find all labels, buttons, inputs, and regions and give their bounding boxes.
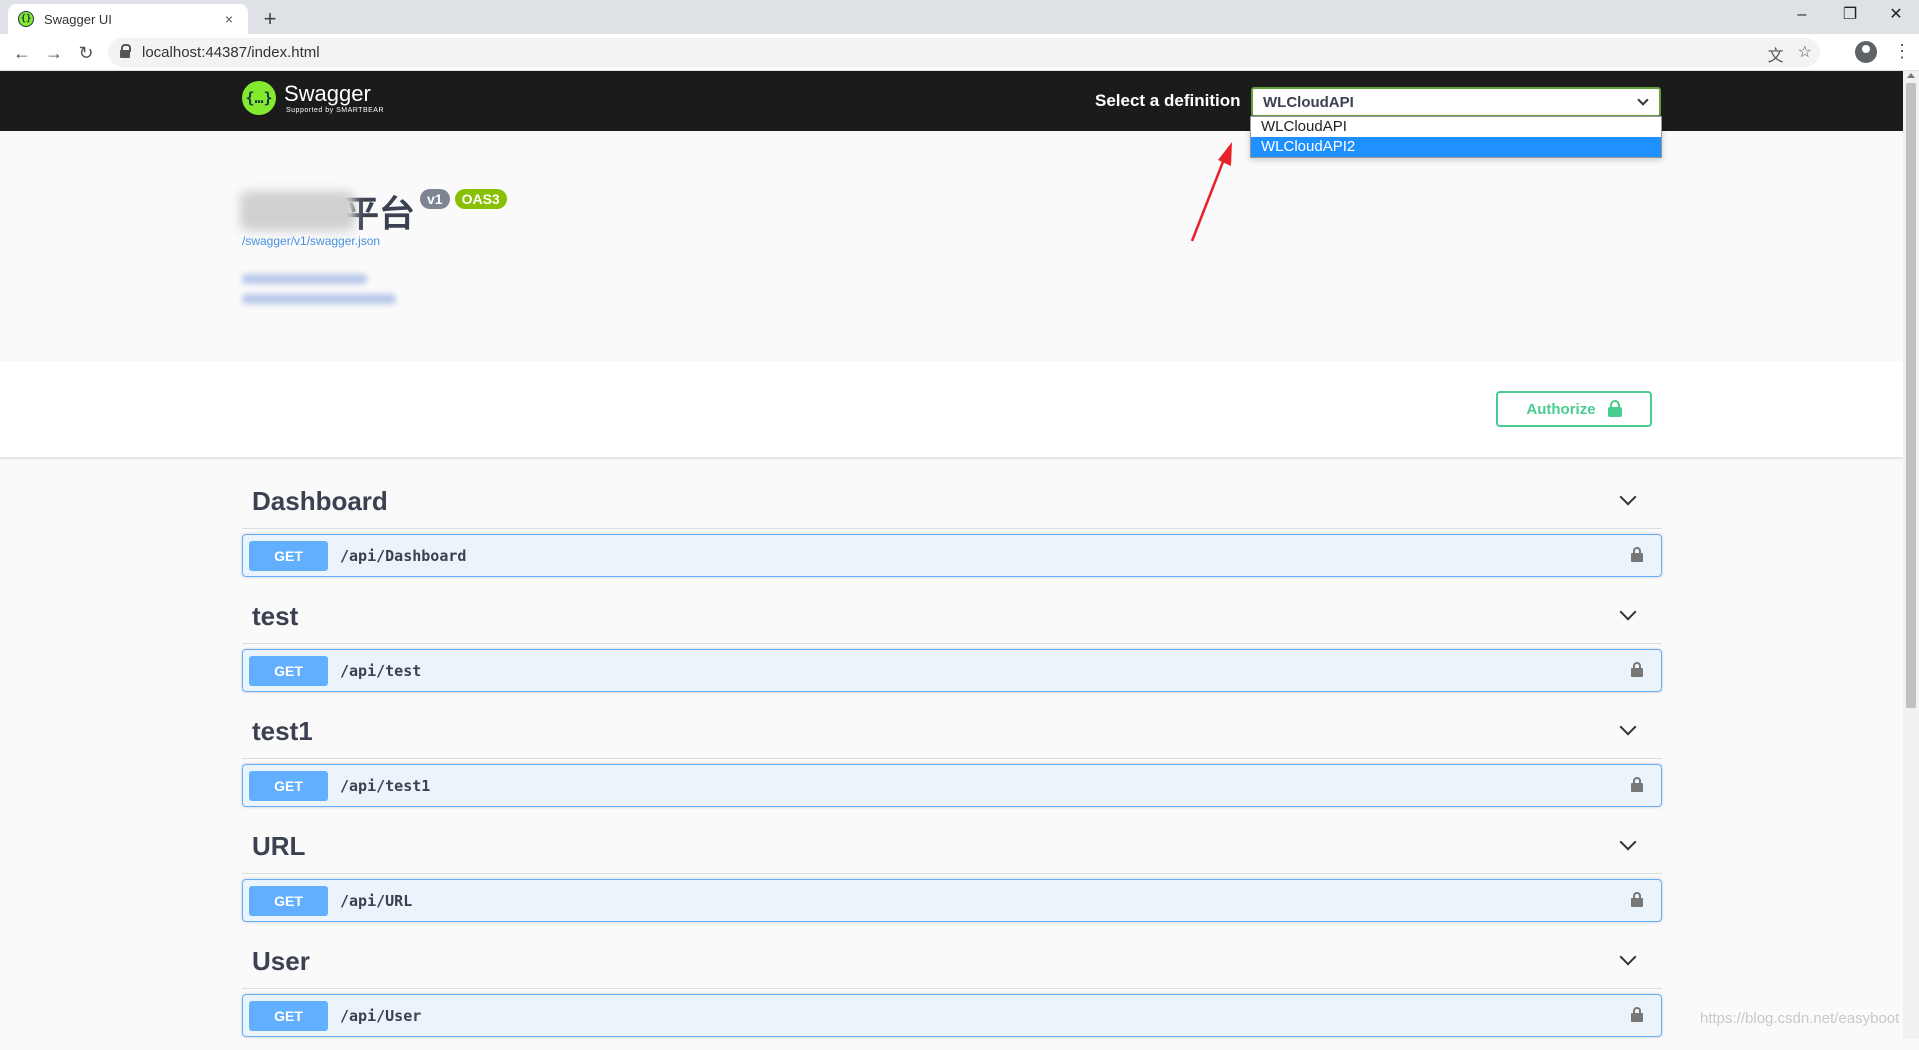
operation-path: /api/Dashboard bbox=[340, 546, 467, 565]
blurred-email-link[interactable] bbox=[242, 294, 396, 304]
definition-select[interactable]: WLCloudAPI bbox=[1251, 87, 1661, 117]
address-bar[interactable]: localhost:44387/index.html 文 ☆ bbox=[108, 38, 1820, 67]
tag-section-url: URL GET /api/URL bbox=[242, 820, 1662, 935]
tab-title: Swagger UI bbox=[44, 11, 112, 27]
tag-section-test: test GET /api/test bbox=[242, 590, 1662, 705]
tag-name: URL bbox=[252, 831, 306, 861]
blurred-contact-link[interactable] bbox=[242, 274, 367, 284]
logo-subtitle: Supported by SMARTBEAR bbox=[286, 106, 385, 114]
lock-icon[interactable] bbox=[1631, 662, 1643, 677]
swagger-logo-icon: {…} bbox=[242, 81, 276, 115]
operation-path: /api/User bbox=[340, 1006, 422, 1025]
scroll-up-arrow-icon[interactable] bbox=[1907, 73, 1915, 78]
watermark-text: https://blog.csdn.net/easyboot bbox=[1700, 1010, 1900, 1027]
secure-lock-icon bbox=[120, 43, 131, 58]
select-definition-label: Select a definition bbox=[1095, 91, 1241, 110]
api-title: 平台 v1 OAS3 bbox=[240, 185, 507, 237]
dropdown-option-wlcloudapi[interactable]: WLCloudAPI bbox=[1251, 117, 1661, 137]
chevron-down-icon[interactable] bbox=[1619, 833, 1637, 851]
blurred-title-region bbox=[240, 191, 355, 231]
operations-list: Dashboard GET /api/Dashboard test GET /a… bbox=[242, 475, 1662, 1050]
opblock-get-user[interactable]: GET /api/User bbox=[242, 994, 1662, 1037]
back-button[interactable]: ← bbox=[10, 41, 34, 65]
opblock-get-url[interactable]: GET /api/URL bbox=[242, 879, 1662, 922]
chevron-down-icon[interactable] bbox=[1619, 718, 1637, 736]
version-badge: v1 bbox=[420, 189, 450, 209]
browser-tab-bar: {} Swagger UI × + – ❐ ✕ bbox=[0, 0, 1919, 34]
definition-dropdown-list: WLCloudAPI WLCloudAPI2 bbox=[1250, 116, 1662, 158]
tag-name: Dashboard bbox=[252, 486, 388, 516]
swagger-favicon-icon: {} bbox=[18, 11, 34, 27]
minimize-button[interactable]: – bbox=[1778, 2, 1826, 28]
method-badge: GET bbox=[249, 540, 328, 571]
tag-header[interactable]: test1 bbox=[242, 705, 1662, 759]
lock-icon[interactable] bbox=[1631, 547, 1643, 562]
authorize-button[interactable]: Authorize bbox=[1496, 391, 1652, 427]
bookmark-star-icon[interactable]: ☆ bbox=[1798, 42, 1812, 66]
page-scrollbar[interactable] bbox=[1903, 71, 1919, 1039]
chevron-down-icon bbox=[1637, 94, 1649, 106]
tag-header[interactable]: User bbox=[242, 935, 1662, 989]
scrollbar-thumb[interactable] bbox=[1906, 83, 1916, 708]
oas-badge: OAS3 bbox=[454, 189, 507, 209]
chevron-down-icon[interactable] bbox=[1619, 948, 1637, 966]
api-info-section: 平台 v1 OAS3 /swagger/v1/swagger.json bbox=[0, 131, 1903, 361]
authorize-label: Authorize bbox=[1526, 400, 1596, 418]
tag-name: test bbox=[252, 601, 299, 631]
opblock-get-test[interactable]: GET /api/test bbox=[242, 649, 1662, 692]
tab-close-icon[interactable]: × bbox=[220, 11, 238, 27]
lock-icon[interactable] bbox=[1631, 777, 1643, 792]
dropdown-option-wlcloudapi2[interactable]: WLCloudAPI2 bbox=[1251, 137, 1661, 157]
operation-path: /api/test1 bbox=[340, 776, 431, 795]
tag-section-user: User GET /api/User bbox=[242, 935, 1662, 1050]
tag-section-test1: test1 GET /api/test1 bbox=[242, 705, 1662, 820]
method-badge: GET bbox=[249, 770, 328, 801]
lock-icon[interactable] bbox=[1631, 1007, 1643, 1022]
operation-path: /api/URL bbox=[340, 891, 413, 910]
spec-json-link[interactable]: /swagger/v1/swagger.json bbox=[242, 234, 380, 248]
scheme-container: Authorize bbox=[0, 361, 1903, 458]
reload-button[interactable]: ↻ bbox=[74, 41, 98, 65]
window-close-button[interactable]: ✕ bbox=[1872, 2, 1919, 28]
tag-header[interactable]: URL bbox=[242, 820, 1662, 874]
tag-header[interactable]: test bbox=[242, 590, 1662, 644]
tag-header[interactable]: Dashboard bbox=[242, 475, 1662, 529]
logo-name: Swagger bbox=[284, 80, 371, 106]
method-badge: GET bbox=[249, 1000, 328, 1031]
address-url: localhost:44387/index.html bbox=[142, 44, 320, 61]
method-badge: GET bbox=[249, 885, 328, 916]
tag-name: User bbox=[252, 946, 310, 976]
swagger-logo[interactable]: {…} Swagger Supported by SMARTBEAR bbox=[242, 81, 384, 115]
definition-selected-value: WLCloudAPI bbox=[1263, 93, 1354, 111]
tag-name: test1 bbox=[252, 716, 313, 746]
chevron-down-icon[interactable] bbox=[1619, 603, 1637, 621]
forward-button[interactable]: → bbox=[42, 41, 66, 65]
unlock-icon bbox=[1607, 400, 1622, 417]
restore-button[interactable]: ❐ bbox=[1826, 2, 1874, 28]
new-tab-button[interactable]: + bbox=[258, 6, 282, 32]
annotation-arrow-icon bbox=[1190, 142, 1232, 242]
browser-tab[interactable]: {} Swagger UI × bbox=[8, 4, 248, 34]
chevron-down-icon[interactable] bbox=[1619, 488, 1637, 506]
browser-menu-icon[interactable]: ⋮ bbox=[1893, 38, 1911, 64]
profile-avatar-icon[interactable] bbox=[1855, 41, 1877, 63]
opblock-get-test1[interactable]: GET /api/test1 bbox=[242, 764, 1662, 807]
operation-path: /api/test bbox=[340, 661, 422, 680]
tag-section-dashboard: Dashboard GET /api/Dashboard bbox=[242, 475, 1662, 590]
opblock-get-dashboard[interactable]: GET /api/Dashboard bbox=[242, 534, 1662, 577]
method-badge: GET bbox=[249, 655, 328, 686]
lock-icon[interactable] bbox=[1631, 892, 1643, 907]
translate-icon[interactable]: 文 bbox=[1768, 42, 1784, 66]
browser-toolbar: ← → ↻ localhost:44387/index.html 文 ☆ bbox=[0, 34, 1919, 71]
